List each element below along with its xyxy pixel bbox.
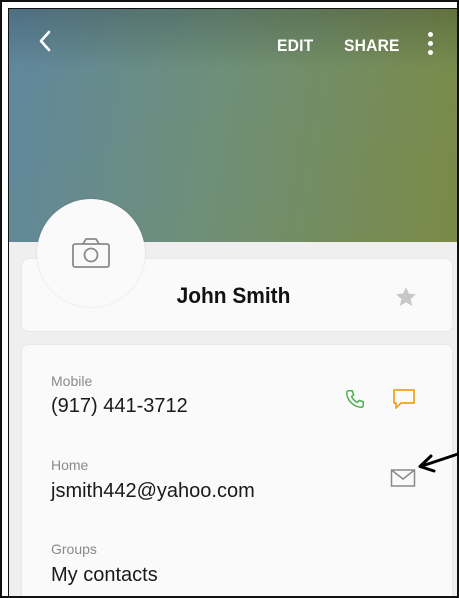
home-label: Home — [51, 457, 89, 473]
email-button[interactable] — [389, 464, 417, 492]
groups-label: Groups — [51, 541, 97, 557]
message-icon — [393, 389, 415, 409]
screenshot-frame: EDIT SHARE John Smith Mobile (917) 441-3… — [0, 0, 459, 598]
mobile-label: Mobile — [51, 373, 93, 389]
more-vert-icon — [427, 31, 433, 37]
star-icon — [396, 287, 416, 306]
contact-name: John Smith — [176, 283, 291, 308]
back-button[interactable] — [31, 27, 59, 55]
annotation-arrow-icon — [418, 452, 459, 473]
groups-value[interactable]: My contacts — [51, 564, 158, 587]
more-vert-icon-dot — [427, 40, 433, 46]
message-button[interactable] — [390, 385, 418, 413]
home-email[interactable]: jsmith442@yahoo.com — [51, 480, 255, 503]
call-button[interactable] — [341, 385, 369, 413]
phone-icon — [346, 390, 364, 408]
favorite-button[interactable] — [394, 285, 418, 309]
more-options-button[interactable] — [422, 29, 438, 57]
contact-details-screen: EDIT SHARE John Smith Mobile (917) 441-3… — [8, 8, 457, 596]
chevron-left-icon — [39, 30, 51, 52]
edit-button[interactable]: EDIT — [277, 36, 313, 56]
more-vert-icon-dot — [427, 49, 433, 55]
mobile-number[interactable]: (917) 441-3712 — [51, 395, 188, 418]
mail-icon — [390, 469, 416, 487]
share-button[interactable]: SHARE — [344, 36, 400, 56]
camera-icon — [72, 238, 110, 268]
